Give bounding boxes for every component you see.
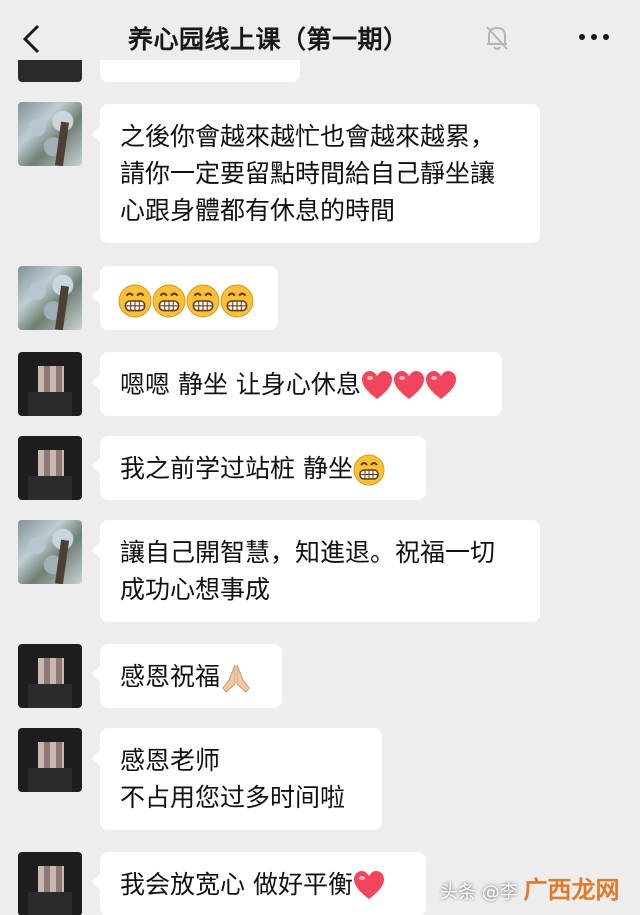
heart-emoji — [425, 370, 457, 402]
avatar[interactable] — [18, 102, 82, 166]
message-bubble[interactable] — [92, 266, 278, 330]
message-bubble[interactable]: 讓自己開智慧，知進退。祝福一切 成功心想事成 — [92, 520, 540, 622]
message-text: 不占用您过多时间啦 — [120, 783, 346, 812]
message-bubble[interactable]: 我会放宽心 做好平衡 — [92, 852, 426, 915]
message-text: 嗯嗯 静坐 让身心休息 — [120, 370, 361, 399]
grin-emoji — [353, 454, 385, 486]
message-bubble[interactable]: 感恩老师 不占用您过多时间啦 — [92, 728, 382, 830]
avatar[interactable] — [18, 520, 82, 584]
avatar[interactable] — [18, 728, 82, 792]
message-text: 心跟身體都有休息的時間 — [120, 196, 396, 225]
watermark-logo: 广西龙网 — [523, 876, 620, 904]
message-bubble[interactable]: 感恩祝福 — [92, 644, 282, 708]
message-bubble[interactable]: 我之前学过站桩 静坐 — [92, 436, 426, 500]
avatar[interactable] — [18, 644, 82, 708]
message-bubble[interactable] — [100, 60, 300, 82]
message-text: 請你一定要留點時間給自己靜坐讓 — [120, 159, 496, 188]
message-text: 我之前学过站桩 静坐 — [120, 454, 353, 483]
message-text: 讓自己開智慧，知進退。祝福一切 — [120, 538, 496, 567]
avatar[interactable] — [18, 266, 82, 330]
watermark: 头条 @李 广西龙网 — [440, 870, 619, 905]
message-text: 感恩祝福 — [120, 662, 221, 691]
message-text: 我会放宽心 做好平衡 — [120, 870, 353, 899]
avatar[interactable] — [18, 60, 82, 82]
message-list[interactable]: 之後你會越來越忙也會越來越累， 請你一定要留點時間給自己靜坐讓 心跟身體都有休息… — [0, 0, 640, 915]
avatar[interactable] — [18, 352, 82, 416]
message-bubble[interactable]: 之後你會越來越忙也會越來越累， 請你一定要留點時間給自己靜坐讓 心跟身體都有休息… — [92, 104, 540, 243]
heart-emoji — [393, 370, 425, 402]
message-text: 之後你會越來越忙也會越來越累， — [120, 122, 496, 151]
heart-emoji — [353, 870, 385, 902]
watermark-text: 头条 @李 — [440, 882, 518, 903]
avatar[interactable] — [18, 852, 82, 915]
pray-emoji — [220, 662, 252, 694]
grin-emoji — [186, 284, 220, 318]
avatar[interactable] — [18, 436, 82, 500]
message-text: 成功心想事成 — [120, 575, 271, 604]
grin-emoji — [118, 284, 152, 318]
heart-emoji — [361, 370, 393, 402]
message-bubble[interactable]: 嗯嗯 静坐 让身心休息 — [92, 352, 502, 416]
grin-emoji — [152, 284, 186, 318]
grin-emoji — [220, 284, 254, 318]
message-text: 感恩老师 — [120, 746, 221, 775]
